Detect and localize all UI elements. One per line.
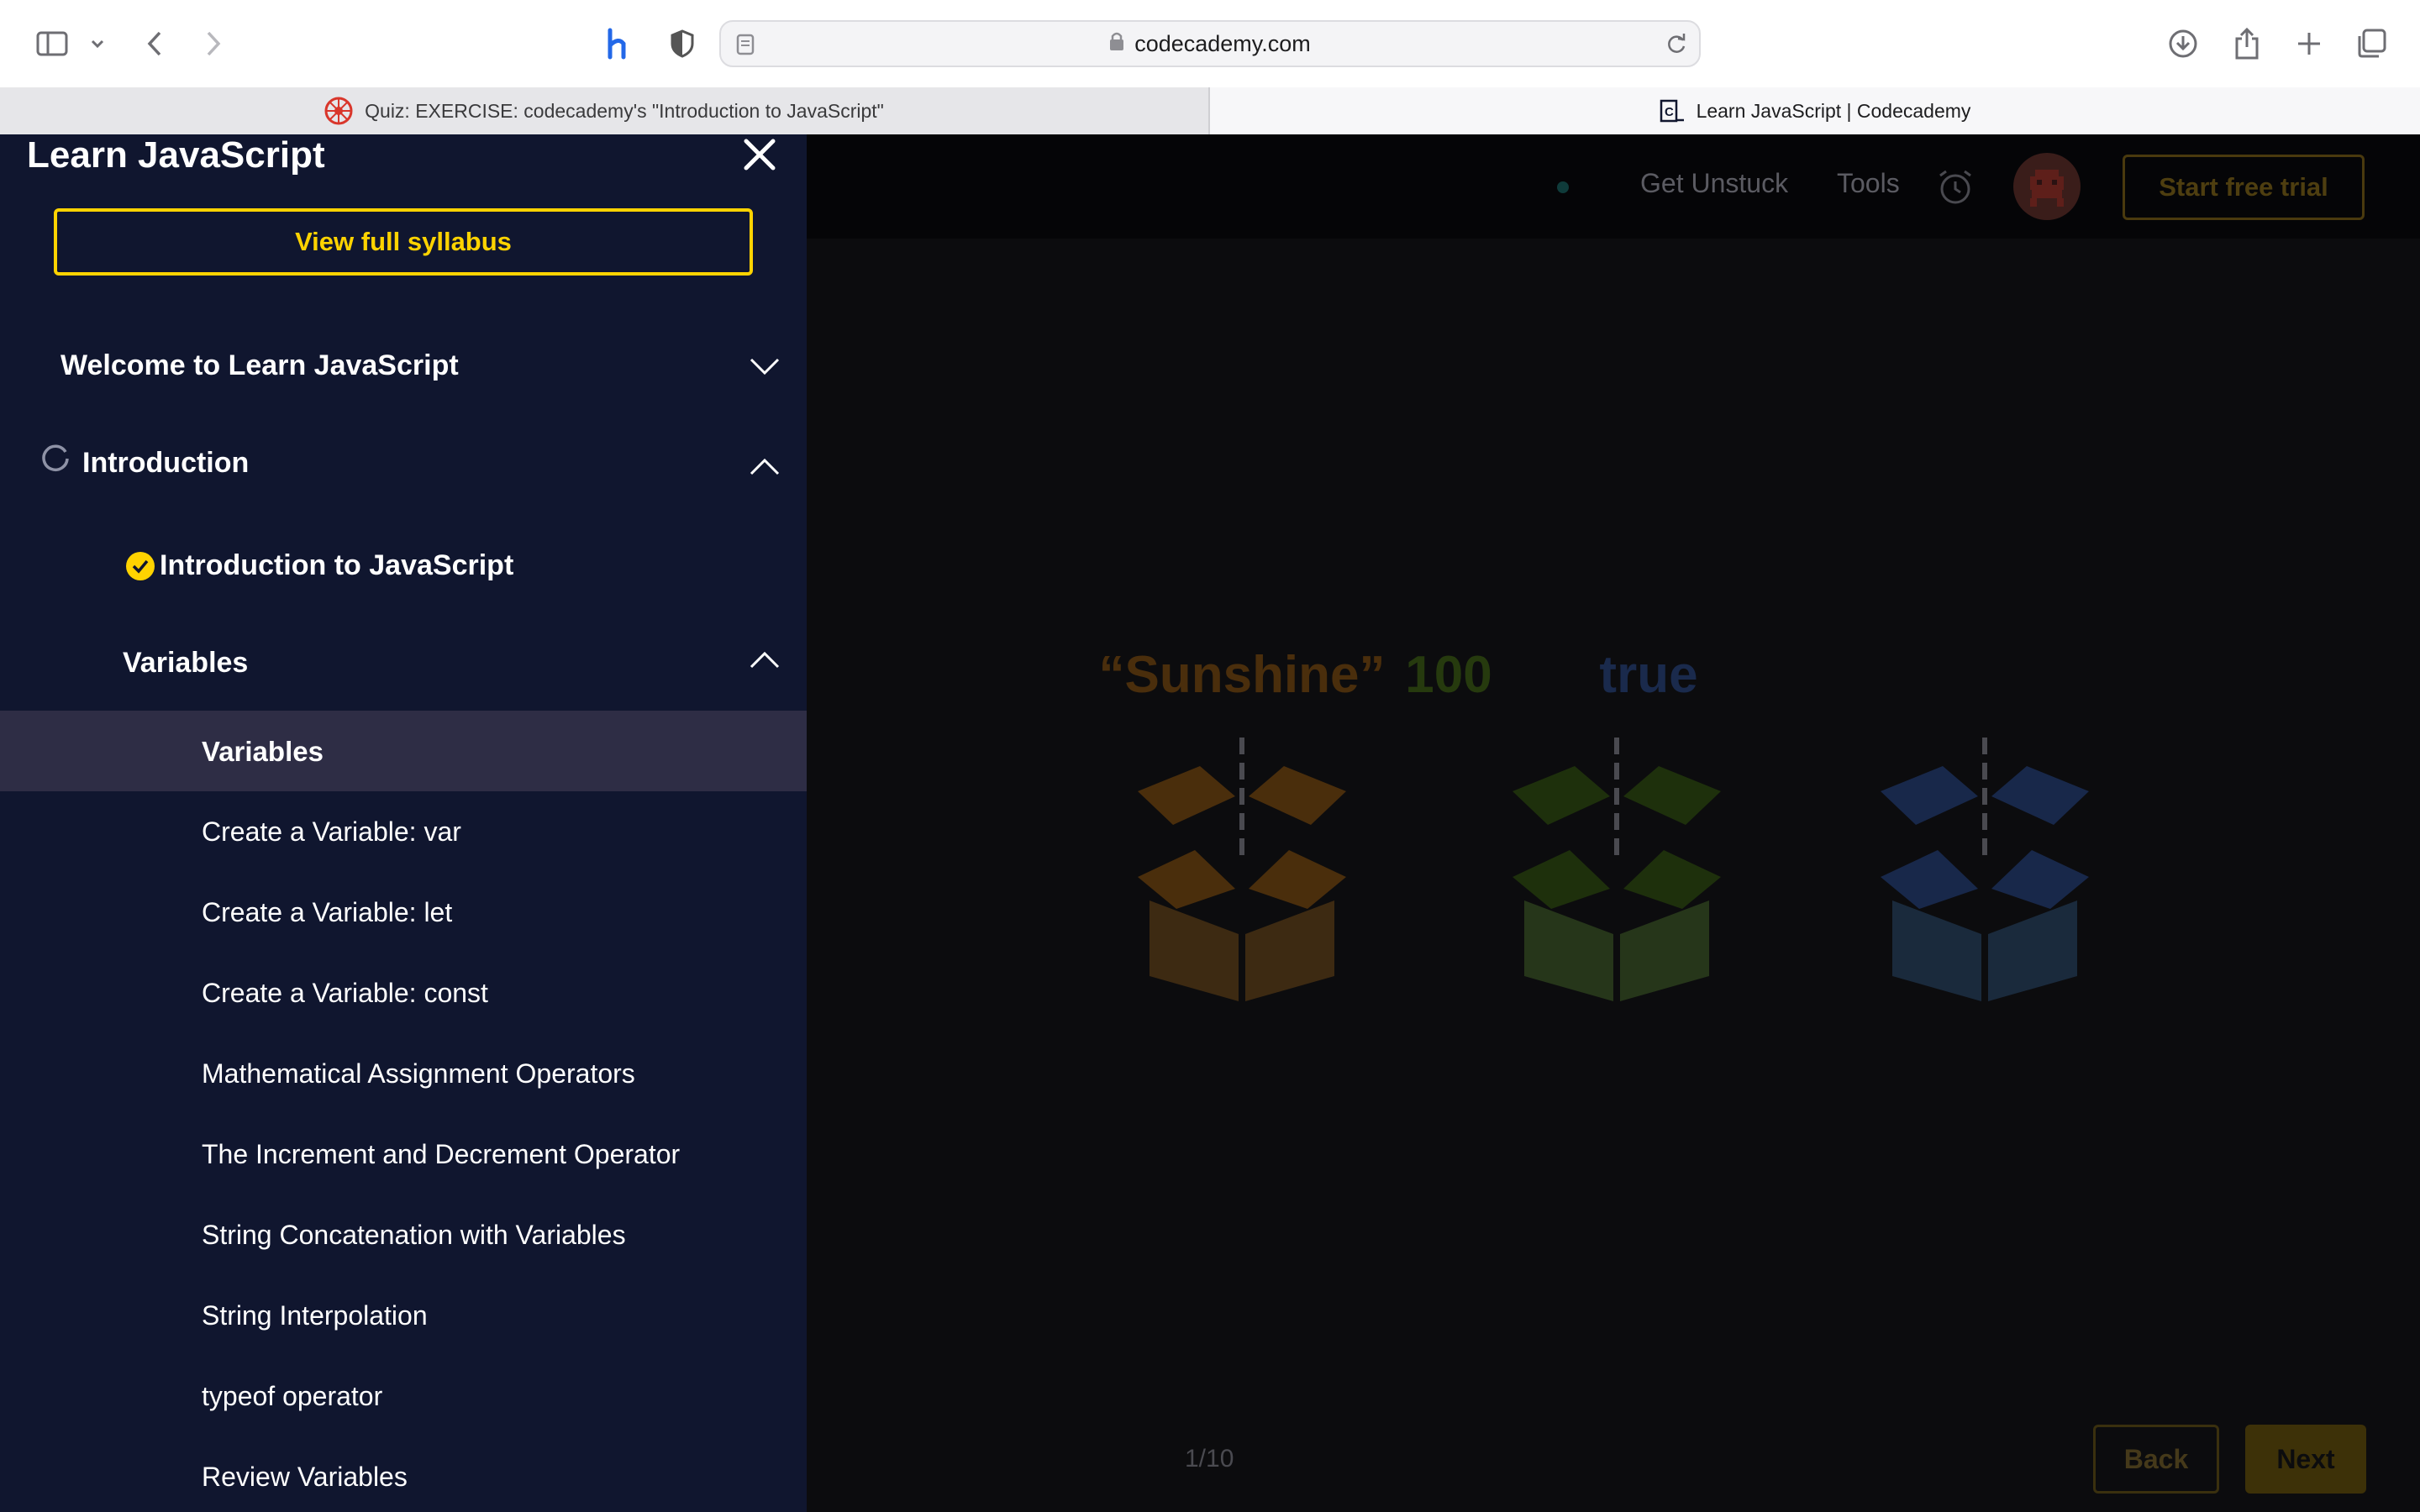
lesson-label: Introduction to JavaScript <box>160 549 514 581</box>
close-icon[interactable] <box>739 134 780 175</box>
sidebar-item-create-var[interactable]: Create a Variable: var <box>202 816 461 848</box>
blue-box-illustration <box>1881 738 2089 1001</box>
download-icon[interactable] <box>2165 24 2202 64</box>
back-arrow-icon[interactable] <box>139 24 170 64</box>
loading-spinner-icon <box>42 444 69 471</box>
chevron-down-icon[interactable] <box>748 356 781 376</box>
chevron-up-icon[interactable] <box>748 650 781 670</box>
forward-arrow-icon[interactable] <box>198 24 229 64</box>
sidebar-title: Learn JavaScript <box>27 134 325 176</box>
start-free-trial-button[interactable]: Start free trial <box>2123 155 2365 220</box>
lock-icon <box>1109 31 1124 57</box>
lesson-label: Variables <box>123 647 249 679</box>
reload-icon[interactable] <box>1665 32 1687 60</box>
module-welcome[interactable]: Welcome to Learn JavaScript <box>60 349 459 382</box>
share-icon[interactable] <box>2228 24 2265 64</box>
view-full-syllabus-button[interactable]: View full syllabus <box>54 208 753 276</box>
status-dot <box>1557 181 1569 193</box>
codecademy-favicon-icon: C <box>1660 99 1685 123</box>
get-unstuck-link[interactable]: Get Unstuck <box>1640 168 1788 199</box>
tab-label: Learn JavaScript | Codecademy <box>1696 99 1971 122</box>
alarm-clock-icon[interactable] <box>1936 168 1975 211</box>
sidebar-toggle-icon[interactable] <box>34 24 71 64</box>
tab-label: Quiz: EXERCISE: codecademy's "Introducti… <box>365 99 884 122</box>
sidebar-item-typeof[interactable]: typeof operator <box>202 1381 382 1412</box>
browser-toolbar: codecademy.com <box>0 0 2420 87</box>
back-button[interactable]: Back <box>2093 1425 2219 1494</box>
address-bar[interactable]: codecademy.com <box>719 20 1701 67</box>
check-icon <box>126 551 155 580</box>
sidebar-item-review-variables[interactable]: Review Variables <box>202 1462 408 1493</box>
quiz-favicon-icon <box>324 97 353 125</box>
lesson-variables[interactable]: Variables <box>123 647 248 680</box>
next-button[interactable]: Next <box>2245 1425 2366 1494</box>
sidebar-item-create-let[interactable]: Create a Variable: let <box>202 897 452 928</box>
sidebar-item-string-interpolation[interactable]: String Interpolation <box>202 1300 428 1331</box>
boolean-value-label: true <box>1599 646 1698 704</box>
green-box-illustration <box>1512 738 1721 1001</box>
avatar[interactable] <box>2013 153 2081 220</box>
sidebar-item-variables[interactable]: Variables <box>202 736 324 768</box>
tools-link[interactable]: Tools <box>1837 168 1900 199</box>
syllabus-sidebar: Learn JavaScript View full syllabus Welc… <box>0 134 807 1512</box>
sidebar-item-create-const[interactable]: Create a Variable: const <box>202 978 488 1009</box>
honey-extension-icon[interactable] <box>600 24 637 64</box>
tab-codecademy[interactable]: C Learn JavaScript | Codecademy <box>1210 87 2420 134</box>
chevron-down-icon[interactable] <box>87 24 108 64</box>
orange-box-illustration <box>1138 738 1346 1001</box>
tab-overview-icon[interactable] <box>2353 24 2390 64</box>
sidebar-item-increment-decrement[interactable]: The Increment and Decrement Operator <box>202 1139 680 1170</box>
sidebar-item-math-assignment[interactable]: Mathematical Assignment Operators <box>202 1058 635 1089</box>
chevron-up-icon[interactable] <box>748 457 781 477</box>
tab-quiz[interactable]: Quiz: EXERCISE: codecademy's "Introducti… <box>0 87 1210 134</box>
browser-window: codecademy.com Quiz: EXERCISE: codecadem… <box>0 0 2420 1512</box>
tab-bar: Quiz: EXERCISE: codecademy's "Introducti… <box>0 87 2420 134</box>
sidebar-item-string-concatenation[interactable]: String Concatenation with Variables <box>202 1220 626 1251</box>
lesson-intro-to-javascript[interactable]: Introduction to JavaScript <box>126 549 513 582</box>
page-indicator: 1/10 <box>1185 1445 1234 1473</box>
svg-text:C: C <box>1665 105 1674 119</box>
new-tab-icon[interactable] <box>2291 24 2328 64</box>
active-item-highlight <box>0 711 807 791</box>
url-text: codecademy.com <box>1134 30 1311 56</box>
module-introduction[interactable]: Introduction <box>82 447 249 480</box>
lesson-content-area: Get Unstuck Tools Start free trial “Suns… <box>807 134 2420 1512</box>
top-navigation: Get Unstuck Tools Start free trial <box>807 134 2420 239</box>
privacy-shield-icon[interactable] <box>664 24 701 64</box>
